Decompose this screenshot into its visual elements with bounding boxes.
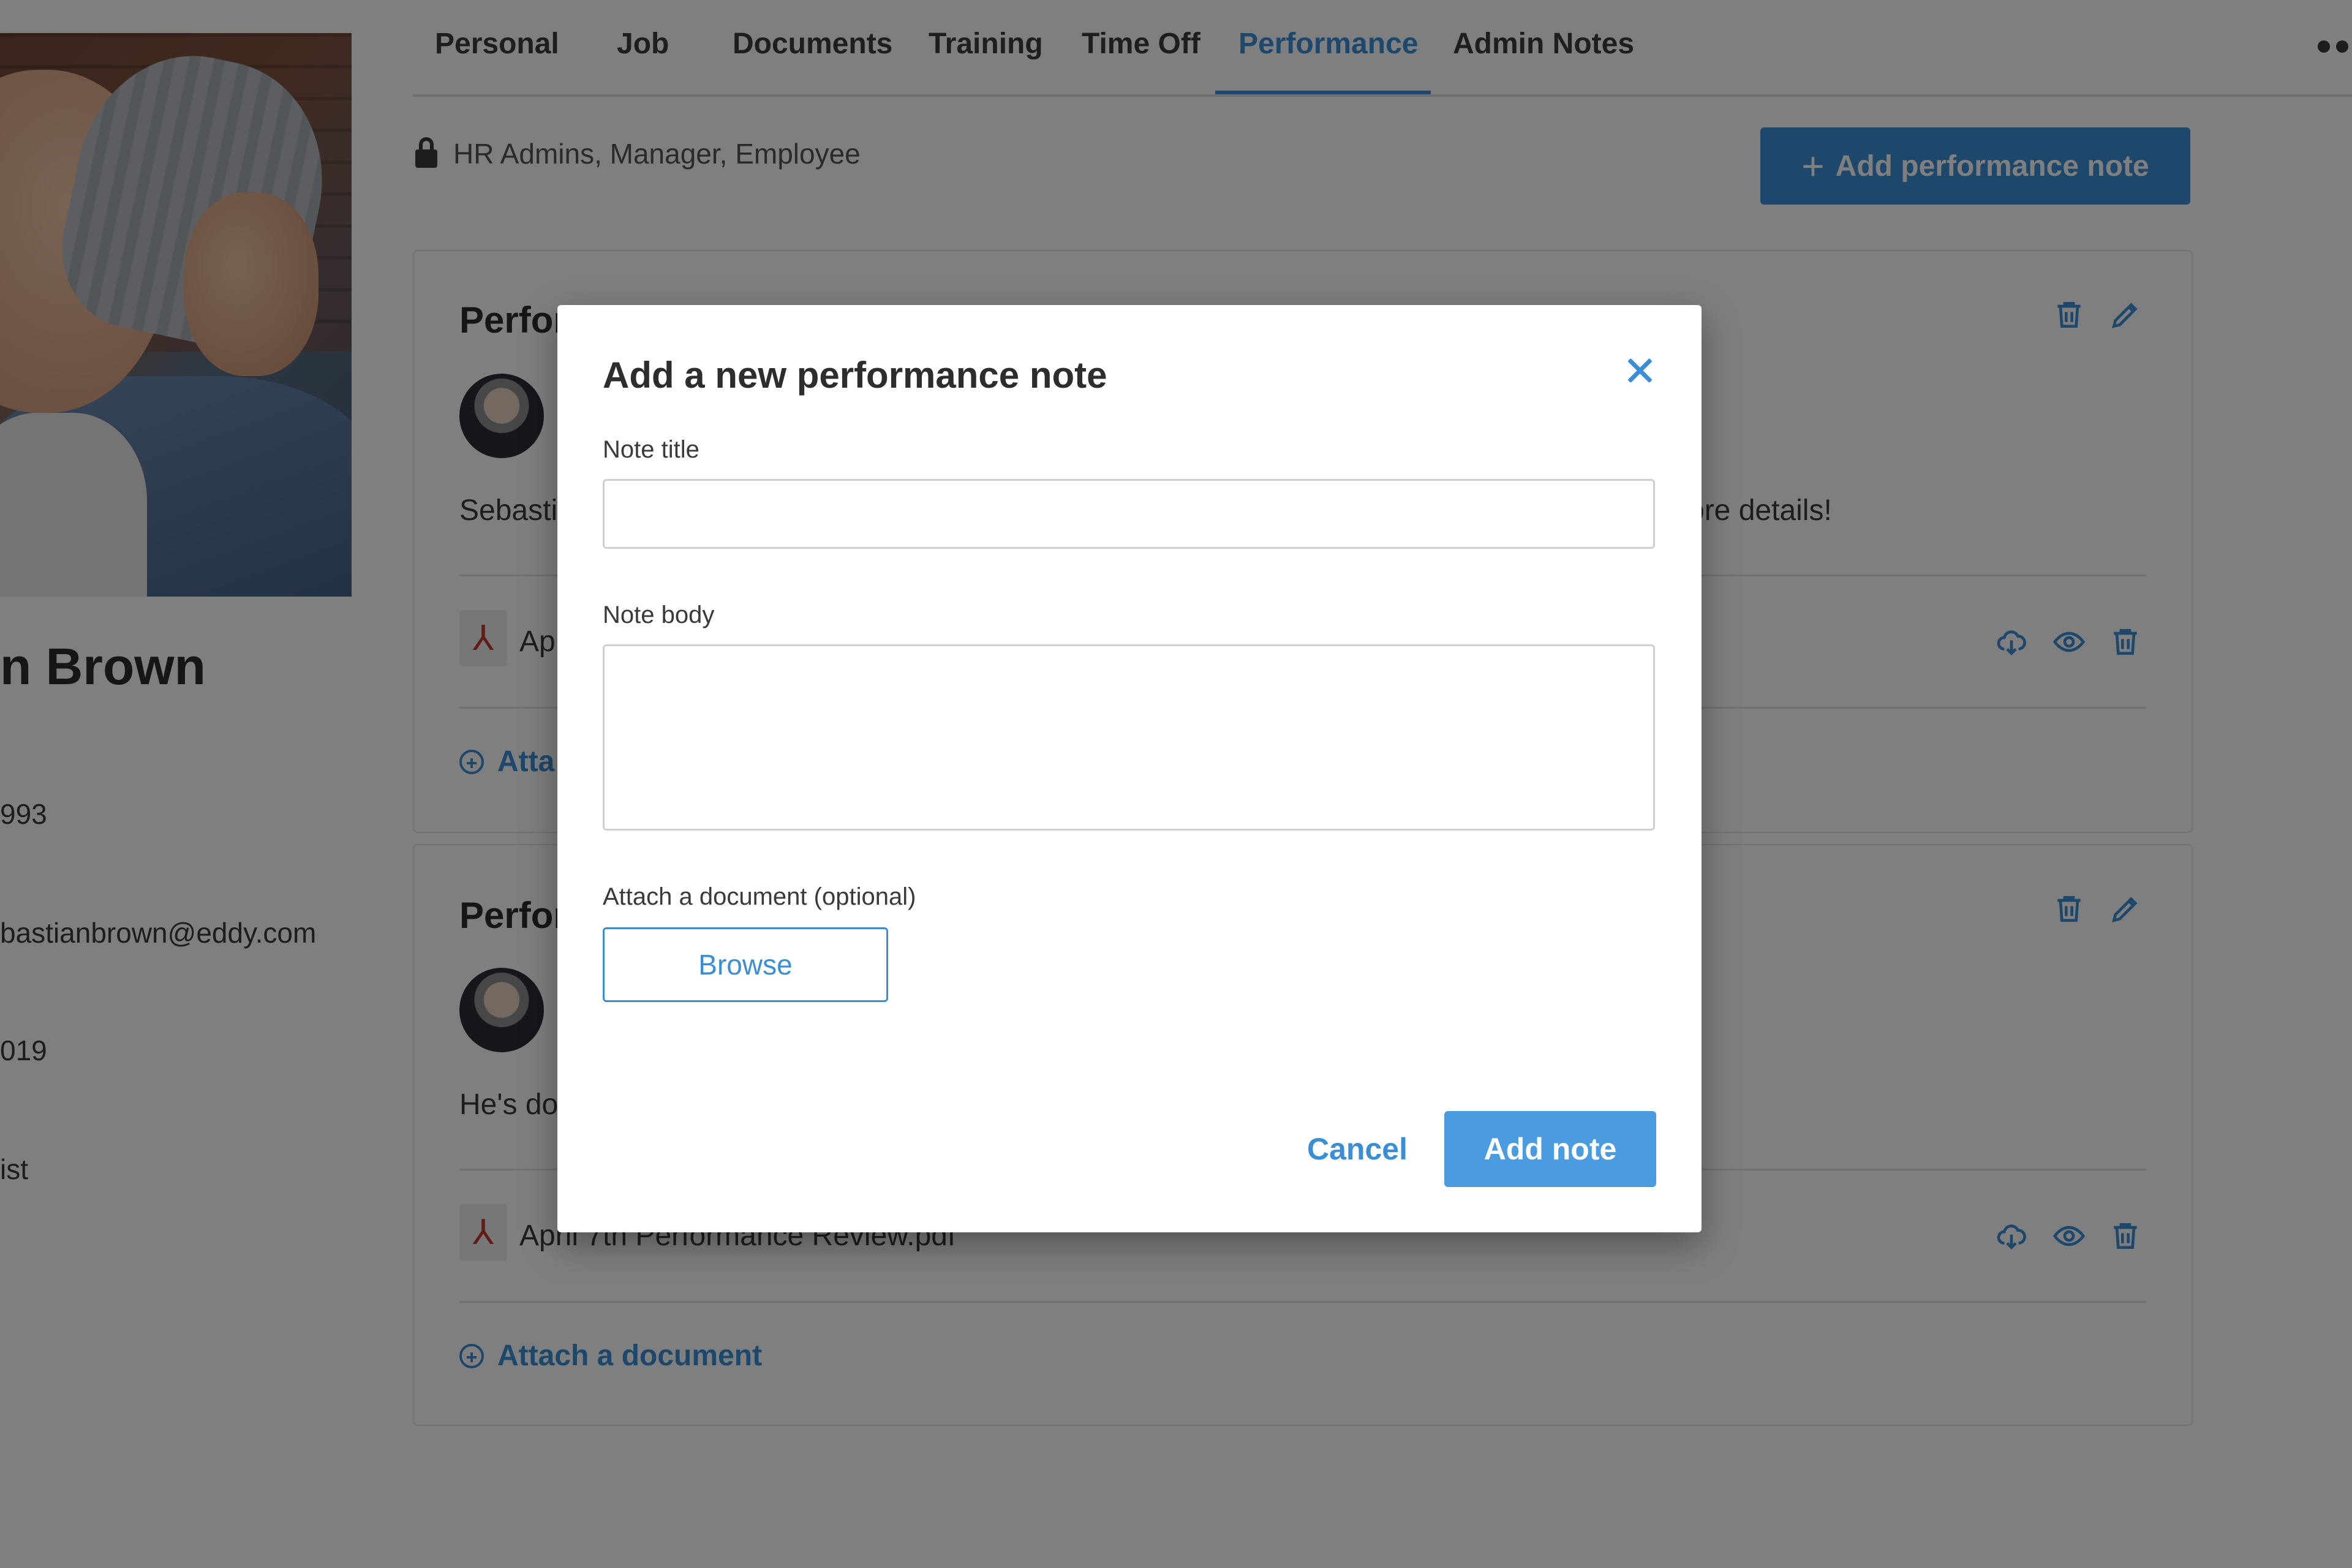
add-note-modal: Add a new performance note Note title No…: [557, 305, 1702, 1232]
note-body-label: Note body: [603, 601, 715, 628]
browse-button[interactable]: Browse: [603, 927, 888, 1002]
note-title-input[interactable]: [603, 479, 1655, 549]
attach-document-label: Attach a document (optional): [603, 883, 916, 910]
note-title-label: Note title: [603, 436, 699, 463]
modal-title: Add a new performance note: [603, 355, 1107, 396]
note-body-textarea[interactable]: [603, 644, 1655, 831]
cancel-button[interactable]: Cancel: [1290, 1111, 1425, 1187]
add-note-button[interactable]: Add note: [1444, 1111, 1656, 1187]
close-icon[interactable]: [1623, 353, 1657, 387]
